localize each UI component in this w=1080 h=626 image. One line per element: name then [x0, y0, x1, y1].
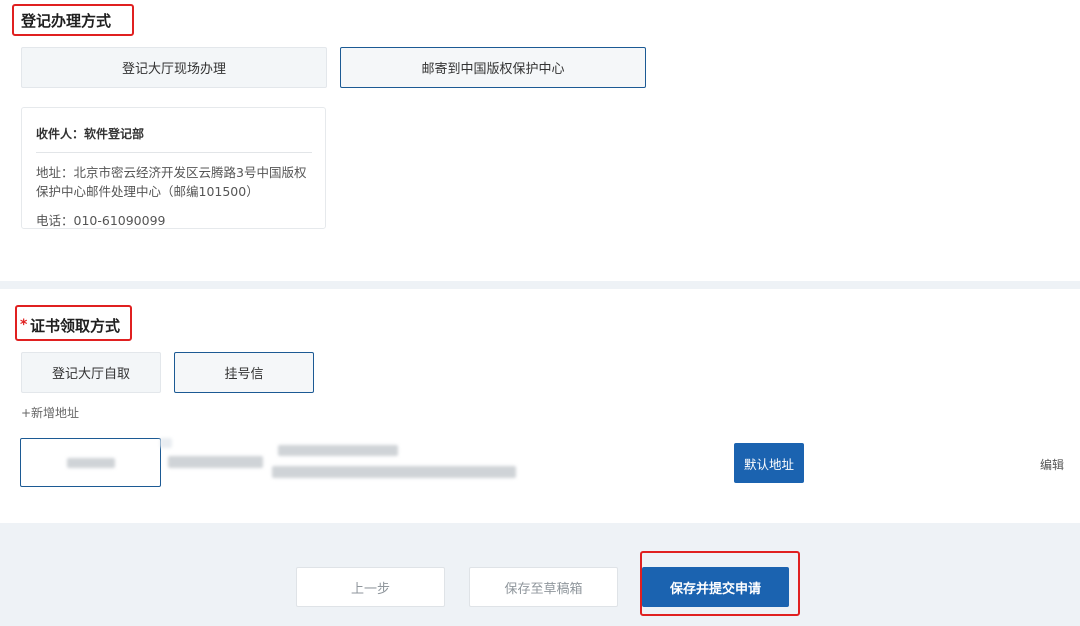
- address-name-box[interactable]: [20, 438, 161, 487]
- redacted-fragment: [160, 438, 172, 448]
- redacted-address-line1: [278, 445, 398, 456]
- phone-text: 电话：010-61090099: [36, 213, 166, 228]
- option-hall-pickup[interactable]: 登记大厅自取: [21, 352, 161, 393]
- default-address-button[interactable]: 默认地址: [734, 443, 804, 483]
- option-mail-to-center[interactable]: 邮寄到中国版权保护中心: [340, 47, 646, 88]
- certificate-title-highlight: [15, 305, 132, 341]
- option-hall-onsite[interactable]: 登记大厅现场办理: [21, 47, 327, 88]
- section-divider: [0, 281, 1080, 289]
- add-address-link[interactable]: +新增地址: [21, 404, 79, 421]
- redacted-address-line2: [272, 466, 516, 478]
- recipient-text: 收件人：软件登记部: [36, 127, 145, 141]
- application-page: 登记办理方式 登记大厅现场办理 邮寄到中国版权保护中心 收件人：软件登记部 地址…: [0, 0, 1080, 626]
- card-divider: [36, 152, 312, 153]
- prev-step-button[interactable]: 上一步: [296, 567, 445, 607]
- redacted-phone: [168, 456, 263, 468]
- mailing-address-card: 收件人：软件登记部 地址：北京市密云经济开发区云腾路3号中国版权保护中心邮件处理…: [21, 107, 326, 229]
- redacted-name: [66, 457, 115, 468]
- edit-address-link[interactable]: 编辑: [1040, 456, 1064, 473]
- address-text: 地址：北京市密云经济开发区云腾路3号中国版权保护中心邮件处理中心（邮编10150…: [36, 165, 307, 199]
- registration-title-highlight: [12, 4, 134, 36]
- option-registered-mail[interactable]: 挂号信: [174, 352, 314, 393]
- save-draft-button[interactable]: 保存至草稿箱: [469, 567, 618, 607]
- submit-highlight: [640, 551, 800, 616]
